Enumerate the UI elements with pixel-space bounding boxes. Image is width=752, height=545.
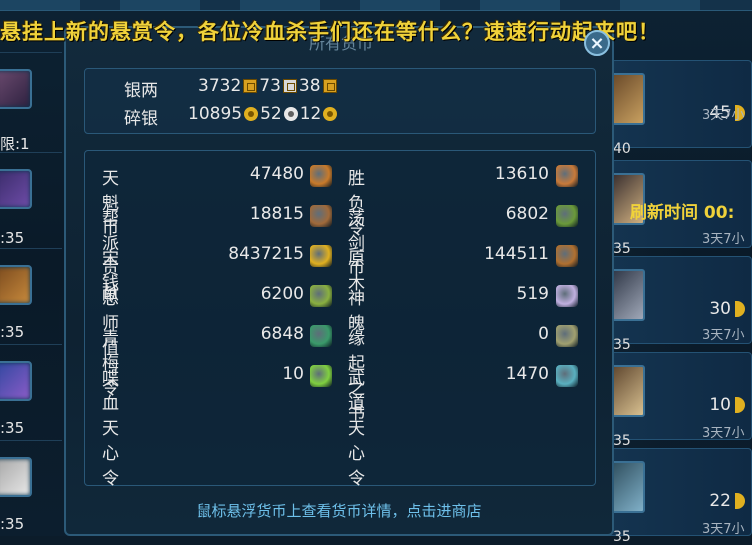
coin-icon [735,301,745,317]
top-tab[interactable] [480,0,560,10]
gold-coin-icon [244,107,259,121]
top-tab-bar [0,0,752,11]
list-item-text: :35 [0,323,25,341]
item-icon [0,361,32,401]
item-count: 35 [613,337,631,353]
item-count: 40 [613,141,631,157]
refresh-time-label: 刷新时间 00: [630,203,735,223]
coin-icon [735,493,745,509]
item-count: 35 [613,433,631,449]
currency-value: 6848 [260,324,304,344]
list-item[interactable]: :35 [0,344,62,437]
list-item[interactable]: :35 [0,152,62,247]
currency-value: 13610 [494,164,549,184]
top-tab[interactable] [120,0,200,10]
plum-token-icon[interactable] [310,325,332,347]
book-icon[interactable] [556,325,578,347]
item-icon [0,69,32,109]
currency-value: 144511 [484,244,549,264]
reward-amount: 30 [709,299,745,319]
item-icon [0,169,32,209]
item-count: 35 [613,241,631,257]
item-icon [611,365,645,417]
close-button[interactable]: × [584,30,610,56]
list-item[interactable]: :35 [0,440,62,533]
list-item[interactable]: :35 [0,248,62,341]
time-remaining: 3天7小 [702,108,745,123]
currency-label: 喋血天心令 [102,369,119,489]
silver-coin-icon [283,107,298,121]
silver-value: 3732 73 38 [198,76,339,96]
currency-value: 1470 [505,364,549,384]
guild-emblem-icon[interactable] [310,205,332,227]
time-remaining: 3天7小 [702,426,745,441]
wood-icon[interactable] [556,245,578,267]
currency-value: 6200 [260,284,304,304]
top-tab[interactable] [360,0,440,10]
copper-coin-icon [323,107,338,121]
currency-value: 18815 [249,204,304,224]
list-item-text: :35 [0,515,25,533]
scrap-silver-label: 碎银 [124,109,158,129]
bounty-announcement-banner: 悬挂上新的悬赏令，各位冷血杀手们还在等什么？速速行动起来吧！ [0,20,660,44]
panel-footer-hint: 鼠标悬浮货币上查看货币详情，点击进商店 [196,502,482,520]
reward-amount: 22 [709,491,745,511]
currency-grid-box [84,150,596,486]
list-item[interactable]: 限:1 [0,52,62,153]
coin-icon [735,397,745,413]
scrap-silver-value: 10895 52 12 [188,104,339,124]
item-icon [0,265,32,305]
gold-ingot-icon [243,79,258,93]
currency-value: 0 [538,324,549,344]
item-icon [611,269,645,321]
list-item-text: :35 [0,229,25,247]
tag-icon[interactable] [556,165,578,187]
song-coin-icon[interactable] [310,245,332,267]
right-bounty-list: 40 45 35 35 30 35 10 35 22 [606,52,752,545]
silver-summary-box [84,68,596,134]
mentor-icon[interactable] [310,285,332,307]
item-count: 35 [613,529,631,545]
top-tab[interactable] [0,0,80,10]
time-remaining: 3天7小 [702,328,745,343]
top-tab[interactable] [620,0,700,10]
coin-bronze-icon[interactable] [310,165,332,187]
currency-value: 6802 [505,204,549,224]
martial-token-icon[interactable] [556,365,578,387]
list-item-text: 限:1 [0,135,30,153]
list-item-text: :35 [0,419,25,437]
currency-value: 47480 [249,164,304,184]
item-icon [611,73,645,125]
spirit-orb-icon[interactable] [556,285,578,307]
currency-value: 10 [282,364,304,384]
item-icon [611,461,645,513]
jade-token-icon[interactable] [310,365,332,387]
top-tab[interactable] [240,0,320,10]
copper-ingot-icon [322,79,337,93]
currency-label: 武道天心令 [348,369,365,489]
currency-value: 8437215 [228,244,304,264]
left-bounty-list: 限:1 :35 :35 :35 :35 [0,52,62,536]
sword-coin-icon[interactable] [556,205,578,227]
silver-label: 银两 [124,81,158,101]
item-icon [0,457,32,497]
reward-amount: 10 [709,395,745,415]
silver-ingot-icon [282,79,297,93]
time-remaining: 3天7小 [702,232,745,247]
time-remaining: 3天7小 [702,522,745,537]
currency-value: 519 [516,284,549,304]
